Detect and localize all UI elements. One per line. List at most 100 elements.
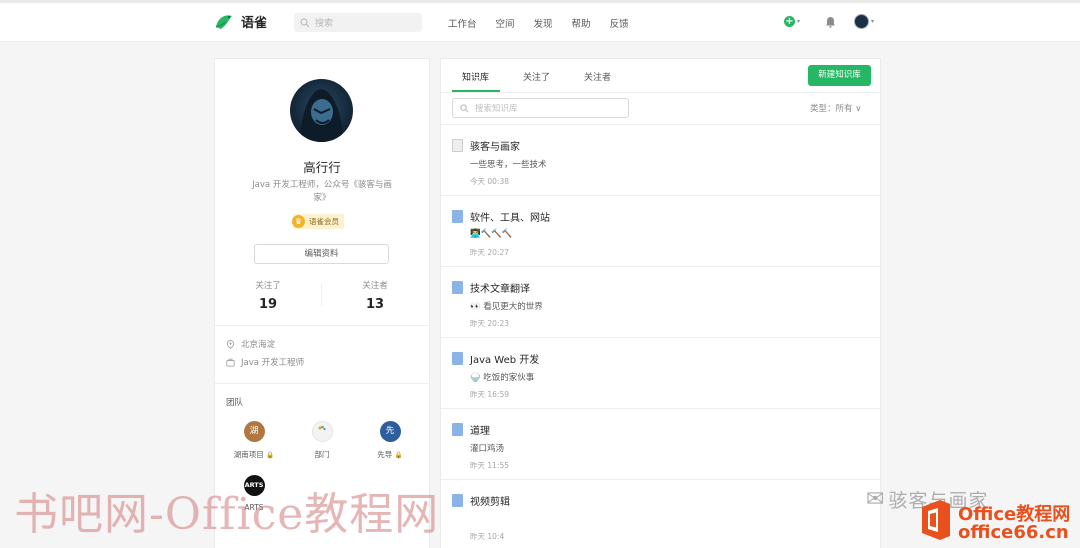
- followers-label: 关注者: [362, 281, 388, 291]
- location-text: 北京海淀: [241, 340, 276, 350]
- job-row: Java 开发工程师: [226, 356, 304, 368]
- crown-icon: ♛: [292, 215, 305, 228]
- search-icon: [460, 103, 469, 112]
- stat-divider: [321, 284, 322, 306]
- main-nav: 工作台 空间 发现 帮助 反馈: [448, 16, 629, 30]
- list-item[interactable]: Java Web 开发 🍚 吃饭的家伙事 昨天 16:59: [441, 338, 880, 409]
- following-stat[interactable]: 关注了 19: [238, 279, 298, 312]
- profile-card: 高行行 Java 开发工程师，公众号《骇客与画家》 ♛ 语雀会员 编辑资料 关注…: [214, 58, 430, 548]
- nav-help[interactable]: 帮助: [572, 16, 591, 30]
- book-time: 昨天 11:55: [470, 461, 509, 470]
- knowledge-base-panel: 知识库 关注了 关注者 新建知识库 搜索知识库 类型：所有 ∨ 骇客与画家 一些…: [440, 58, 881, 548]
- bell-icon[interactable]: [825, 16, 836, 28]
- global-search-input[interactable]: 搜索: [294, 13, 422, 32]
- header-actions: + ▾ ▾: [784, 14, 874, 29]
- search-icon: [300, 17, 310, 27]
- wechat-icon: ✉: [866, 487, 885, 512]
- book-icon: [452, 210, 463, 223]
- tab-followers[interactable]: 关注者: [584, 70, 611, 83]
- team-avatar: 先: [379, 421, 401, 442]
- book-time: 昨天 16:59: [470, 390, 509, 399]
- watermark-left: 书吧网-Office教程网: [14, 489, 440, 540]
- book-title[interactable]: 骇客与画家: [470, 138, 520, 153]
- teams-title: 团队: [226, 398, 244, 408]
- office-logo-icon: [922, 500, 950, 540]
- briefcase-icon: [226, 358, 235, 367]
- team-name: 湖南项目 🔒: [233, 450, 275, 459]
- list-item[interactable]: 视频剪辑 昨天 10:4: [441, 480, 880, 548]
- new-knowledge-base-button[interactable]: 新建知识库: [808, 65, 871, 86]
- book-icon: [452, 494, 463, 507]
- divider: [215, 325, 429, 326]
- book-description: 👨‍💻🔨🔨🔨: [470, 229, 513, 239]
- type-filter-dropdown[interactable]: 类型：所有 ∨: [810, 102, 861, 114]
- book-description: 一些思考，一些技术: [470, 160, 547, 170]
- team-name: 先导 🔒: [377, 450, 403, 459]
- book-time: 昨天 20:27: [470, 248, 509, 257]
- avatar: [290, 79, 353, 142]
- tab-knowledge-base[interactable]: 知识库: [462, 70, 489, 83]
- book-title[interactable]: 道理: [470, 422, 490, 437]
- team-item[interactable]: 先 先导 🔒: [367, 421, 413, 460]
- team-avatar: [311, 421, 333, 442]
- profile-name: 高行行: [303, 160, 341, 175]
- tab-following[interactable]: 关注了: [523, 70, 550, 83]
- active-tab-indicator: [452, 90, 500, 92]
- followers-stat[interactable]: 关注者 13: [345, 279, 405, 312]
- following-label: 关注了: [255, 281, 281, 291]
- edit-profile-button[interactable]: 编辑资料: [254, 244, 389, 264]
- job-text: Java 开发工程师: [241, 358, 305, 368]
- location-pin-icon: [226, 339, 235, 349]
- create-plus-button[interactable]: +: [784, 16, 795, 27]
- team-item[interactable]: 部门: [299, 421, 345, 460]
- member-badge-label: 语雀会员: [309, 217, 339, 226]
- book-description: 灌口鸡汤: [470, 444, 505, 454]
- member-badge[interactable]: ♛ 语雀会员: [292, 214, 344, 229]
- hooded-figure-avatar-icon: [300, 89, 343, 142]
- location-row: 北京海淀: [226, 338, 275, 350]
- book-icon: [452, 423, 463, 436]
- list-item[interactable]: 道理 灌口鸡汤 昨天 11:55: [441, 409, 880, 480]
- book-title[interactable]: 视频剪辑: [470, 493, 510, 508]
- logo-text: 语雀: [241, 16, 268, 31]
- team-avatar: 湖: [243, 421, 265, 442]
- following-count: 19: [258, 297, 278, 312]
- team-item[interactable]: 湖 湖南项目 🔒: [231, 421, 277, 460]
- knowledge-base-search-input[interactable]: 搜索知识库: [452, 98, 629, 118]
- chevron-down-icon[interactable]: ▾: [871, 18, 874, 25]
- team-name: 部门: [314, 450, 330, 459]
- lock-icon: 🔒: [394, 451, 403, 459]
- book-title[interactable]: 软件、工具、网站: [470, 209, 550, 224]
- list-item[interactable]: 技术文章翻译 👀 看见更大的世界 昨天 20:23: [441, 267, 880, 338]
- book-description: 🍚 吃饭的家伙事: [470, 373, 535, 383]
- book-icon: [452, 281, 463, 294]
- nav-workbench[interactable]: 工作台: [448, 16, 477, 30]
- book-title[interactable]: 技术文章翻译: [470, 280, 530, 295]
- book-time: 昨天 10:4: [470, 532, 505, 541]
- nav-space[interactable]: 空间: [496, 16, 515, 30]
- book-time: 昨天 20:23: [470, 319, 509, 328]
- team-logo-icon: [318, 425, 326, 431]
- book-description: 👀 看见更大的世界: [470, 302, 543, 312]
- browser-top-edge: [0, 0, 1080, 3]
- nav-feedback[interactable]: 反馈: [610, 16, 629, 30]
- document-book-icon: [452, 139, 463, 152]
- lock-icon: 🔒: [266, 451, 275, 459]
- followers-count: 13: [365, 297, 385, 312]
- logo[interactable]: 语雀: [214, 12, 267, 31]
- search-placeholder: 搜索知识库: [475, 104, 518, 114]
- divider: [215, 383, 429, 384]
- watermark-office-line2: office66.cn: [958, 522, 1069, 543]
- list-item[interactable]: 骇客与画家 一些思考，一些技术 今天 00:38: [441, 125, 880, 196]
- profile-bio: Java 开发工程师，公众号《骇客与画家》: [252, 180, 392, 203]
- nav-discover[interactable]: 发现: [534, 16, 553, 30]
- chevron-down-icon[interactable]: ▾: [797, 18, 800, 25]
- book-time: 今天 00:38: [470, 177, 509, 186]
- search-placeholder: 搜索: [315, 19, 334, 29]
- list-item[interactable]: 软件、工具、网站 👨‍💻🔨🔨🔨 昨天 20:27: [441, 196, 880, 267]
- book-title[interactable]: Java Web 开发: [470, 351, 539, 366]
- tab-bar: 知识库 关注了 关注者 新建知识库: [441, 59, 880, 93]
- top-navbar: 语雀 搜索 工作台 空间 发现 帮助 反馈 + ▾ ▾: [0, 0, 1080, 42]
- user-avatar-menu[interactable]: [854, 14, 870, 29]
- book-icon: [452, 352, 463, 365]
